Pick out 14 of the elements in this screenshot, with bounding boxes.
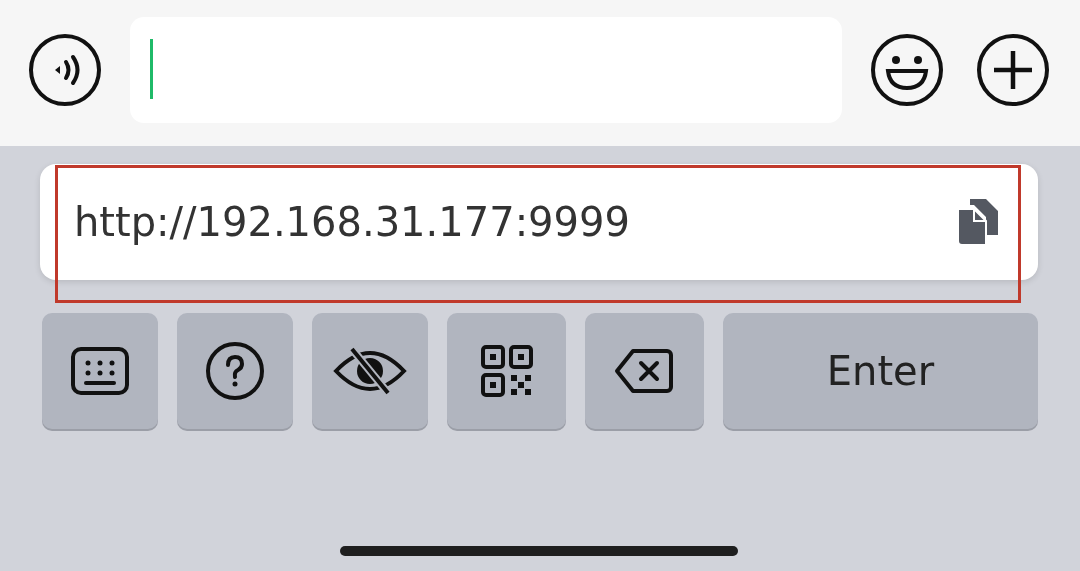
copy-icon[interactable] bbox=[956, 197, 1000, 247]
add-button[interactable] bbox=[976, 33, 1050, 107]
voice-button[interactable] bbox=[28, 33, 102, 107]
backspace-key[interactable] bbox=[585, 313, 704, 429]
clipboard-suggestion[interactable]: http://192.168.31.177:9999 bbox=[40, 164, 1038, 280]
keyboard-key[interactable] bbox=[42, 313, 158, 429]
help-icon bbox=[203, 339, 267, 403]
emoji-button[interactable] bbox=[870, 33, 944, 107]
help-key[interactable] bbox=[177, 313, 293, 429]
enter-key[interactable]: Enter bbox=[723, 313, 1038, 429]
eye-slash-key[interactable] bbox=[312, 313, 428, 429]
message-input[interactable] bbox=[130, 17, 842, 123]
qr-code-key[interactable] bbox=[447, 313, 566, 429]
suggested-url: http://192.168.31.177:9999 bbox=[74, 198, 630, 247]
